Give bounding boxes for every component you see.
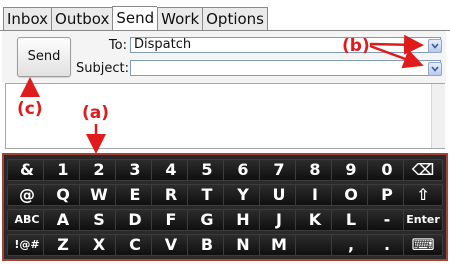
key-0-3[interactable]: 3 (115, 159, 155, 181)
key-0-4[interactable]: 4 (151, 159, 191, 181)
subject-dropdown-button[interactable] (428, 62, 442, 76)
to-field[interactable] (130, 37, 441, 53)
key-1-9[interactable]: O (331, 184, 371, 206)
key-2-8[interactable]: K (295, 209, 335, 231)
key-2-10[interactable]: - (367, 209, 407, 231)
subject-label: Subject: (76, 61, 129, 76)
key-2-6[interactable]: H (223, 209, 263, 231)
key-1-0[interactable]: @ (7, 184, 47, 206)
enter-key[interactable]: Enter (403, 209, 443, 231)
key-3-2[interactable]: X (79, 234, 119, 256)
key-1-8[interactable]: I (295, 184, 335, 206)
symbols-mode-key[interactable]: !@# (7, 234, 47, 256)
key-1-2[interactable]: W (79, 184, 119, 206)
onscreen-keyboard: & 1 2 3 4 5 6 7 8 9 0 ⌫ @ Q W E R T Y U I O P ⇧ ABC A S D F G H J K L - Ent… (2, 153, 448, 261)
tab-outbox[interactable]: Outbox (51, 7, 113, 31)
annotation-c: (c) (17, 99, 43, 119)
key-0-9[interactable]: 9 (331, 159, 371, 181)
send-button[interactable]: Send (17, 37, 71, 77)
key-1-4[interactable]: R (151, 184, 191, 206)
tab-options[interactable]: Options (202, 7, 269, 31)
tab-bar: Inbox Outbox Send Work Options (3, 6, 269, 32)
key-0-10[interactable]: 0 (367, 159, 407, 181)
key-2-2[interactable]: S (79, 209, 119, 231)
key-1-5[interactable]: T (187, 184, 227, 206)
key-3-7[interactable]: M (259, 234, 299, 256)
key-2-1[interactable]: A (43, 209, 83, 231)
key-1-6[interactable]: Y (223, 184, 263, 206)
key-3-9[interactable]: , (331, 234, 371, 256)
key-3-5[interactable]: B (187, 234, 227, 256)
key-2-7[interactable]: J (259, 209, 299, 231)
key-0-6[interactable]: 6 (223, 159, 263, 181)
key-0-1[interactable]: 1 (43, 159, 83, 181)
message-body[interactable] (5, 83, 445, 149)
chevron-down-icon (431, 43, 439, 49)
chevron-down-icon (431, 66, 439, 72)
to-dropdown-button[interactable] (428, 39, 442, 53)
key-2-9[interactable]: L (331, 209, 371, 231)
key-3-6[interactable]: N (223, 234, 263, 256)
key-3-3[interactable]: C (115, 234, 155, 256)
key-2-3[interactable]: D (115, 209, 155, 231)
annotation-b: (b) (342, 36, 370, 56)
to-label: To: (108, 38, 127, 53)
key-0-7[interactable]: 7 (259, 159, 299, 181)
key-0-5[interactable]: 5 (187, 159, 227, 181)
key-1-10[interactable]: P (367, 184, 407, 206)
key-1-3[interactable]: E (115, 184, 155, 206)
tab-inbox[interactable]: Inbox (3, 7, 52, 31)
shift-key[interactable]: ⇧ (403, 184, 443, 206)
key-0-8[interactable]: 8 (295, 159, 335, 181)
annotation-a: (a) (82, 103, 110, 123)
key-3-4[interactable]: V (151, 234, 191, 256)
tab-send[interactable]: Send (112, 6, 158, 32)
key-3-1[interactable]: Z (43, 234, 83, 256)
key-3-8[interactable] (295, 234, 335, 256)
backspace-key[interactable]: ⌫ (403, 159, 443, 181)
key-2-4[interactable]: F (151, 209, 191, 231)
key-2-5[interactable]: G (187, 209, 227, 231)
tab-work[interactable]: Work (157, 7, 203, 31)
key-1-1[interactable]: Q (43, 184, 83, 206)
abc-mode-key[interactable]: ABC (7, 209, 47, 231)
keyboard-hide-key[interactable]: ⌨ (403, 234, 443, 256)
message-scrollbar[interactable] (431, 84, 445, 148)
key-3-10[interactable]: . (367, 234, 407, 256)
key-1-7[interactable]: U (259, 184, 299, 206)
subject-field[interactable] (130, 60, 441, 76)
key-0-2[interactable]: 2 (79, 159, 119, 181)
key-0-0[interactable]: & (7, 159, 47, 181)
